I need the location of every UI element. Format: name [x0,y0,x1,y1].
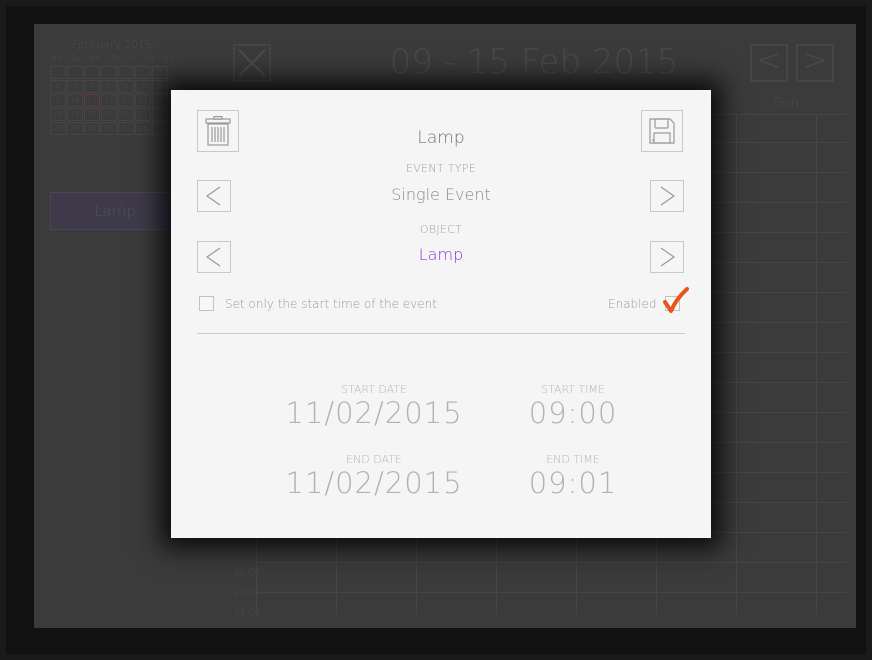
mini-calendar-day: 26 [101,122,117,135]
start-date-label: START DATE [340,383,408,396]
mini-calendar: February 2015 Mo Tu We Th Fr Sa Su 12345… [50,38,174,135]
mini-calendar-day [135,66,151,79]
mini-calendar-day: 10 [67,94,83,107]
mini-calendar-day: 17 [67,108,83,121]
event-type-label: EVENT TYPE [406,162,476,175]
mini-calendar-day: 24 [67,122,83,135]
trash-icon [205,116,231,146]
checkmark-icon [663,287,689,313]
enabled-checkbox[interactable] [663,287,689,313]
end-date-label: END DATE [346,453,402,466]
start-date-value[interactable]: 11/02/2015 [254,396,494,430]
mini-calendar-day: 28 [135,122,151,135]
end-time-value[interactable]: 09:01 [513,466,633,500]
mini-calendar-day: 5 [101,80,117,93]
chevron-right-icon [660,247,676,267]
hour-label: 23:00 [234,588,260,598]
weekday: Su [163,54,174,63]
mini-calendar-day: 18 [84,108,100,121]
weekday: Mo [50,54,62,63]
mini-calendar-day [50,66,66,79]
mini-calendar-day: 11 [84,94,100,107]
chevron-right-icon [660,186,676,206]
event-type-prev-button[interactable] [197,180,231,212]
object-next-button[interactable] [650,241,684,273]
mini-calendar-day: 12 [101,94,117,107]
hour-label: 22:00 [234,568,260,578]
object-label: OBJECT [419,223,463,236]
mini-calendar-day [101,66,117,79]
mini-calendar-day: 2 [50,80,66,93]
mini-calendar-day: 15 [152,94,168,107]
close-button [233,44,271,82]
start-only-label: Set only the start time of the event [225,297,437,311]
weekday: Sa [144,54,155,63]
mini-calendar-weekdays: Mo Tu We Th Fr Sa Su [50,54,174,63]
end-time-label: END TIME [546,453,600,466]
mini-calendar-day: 8 [152,80,168,93]
event-type-value: Single Event [391,185,491,204]
event-type-next-button[interactable] [650,180,684,212]
mini-calendar-day [84,66,100,79]
divider [197,333,685,334]
weekday: Fr [128,54,136,63]
enabled-label: Enabled [608,297,657,311]
prev-week-button: < [750,44,788,82]
background-event-block: Lamp [50,192,180,230]
delete-button[interactable] [197,110,239,152]
mini-calendar-day: 21 [135,108,151,121]
mini-calendar-day: 7 [135,80,151,93]
mini-calendar-day: 20 [118,108,134,121]
mini-calendar-day: 9 [50,94,66,107]
mini-calendar-day [152,122,168,135]
mini-calendar-day [118,66,134,79]
weekday: Th [109,54,120,63]
mini-calendar-day: 25 [84,122,100,135]
mini-calendar-day: 14 [135,94,151,107]
mini-calendar-grid: 1 2 3 4 5 6 7 8 9 10 11 12 13 14 15 16 17 18 19 20 21 22 23 24 2… [50,66,174,135]
save-button[interactable] [641,110,683,152]
mini-calendar-day: 13 [118,94,134,107]
start-only-checkbox[interactable] [199,296,214,311]
mini-calendar-day: 19 [101,108,117,121]
weekday: Tu [70,54,80,63]
mini-calendar-day: 16 [50,108,66,121]
mini-calendar-day [67,66,83,79]
floppy-disk-icon [649,118,675,144]
start-time-value[interactable]: 09:00 [513,396,633,430]
mini-calendar-day: 4 [84,80,100,93]
mini-calendar-day: 1 [152,66,168,79]
event-dialog: Lamp EVENT TYPE Single Event OBJECT Lamp… [171,90,711,538]
chevron-left-icon [205,186,221,206]
start-time-label: START TIME [541,383,605,396]
mini-calendar-day: 3 [67,80,83,93]
sun-column-header: Sun [774,96,799,111]
mini-calendar-title: February 2015 [71,38,153,51]
end-date-value[interactable]: 11/02/2015 [254,466,494,500]
week-title: 09 - 15 Feb 2015 [389,42,679,82]
hour-label: 24:00 [234,608,260,618]
event-name: Lamp [417,128,465,148]
close-icon [238,49,266,77]
object-prev-button[interactable] [197,241,231,273]
object-value: Lamp [418,245,464,264]
mini-calendar-day: 22 [152,108,168,121]
weekday: We [88,54,101,63]
mini-calendar-day: 23 [50,122,66,135]
chevron-left-icon [205,247,221,267]
mini-calendar-day: 27 [118,122,134,135]
next-week-button: > [796,44,834,82]
mini-calendar-day: 6 [118,80,134,93]
